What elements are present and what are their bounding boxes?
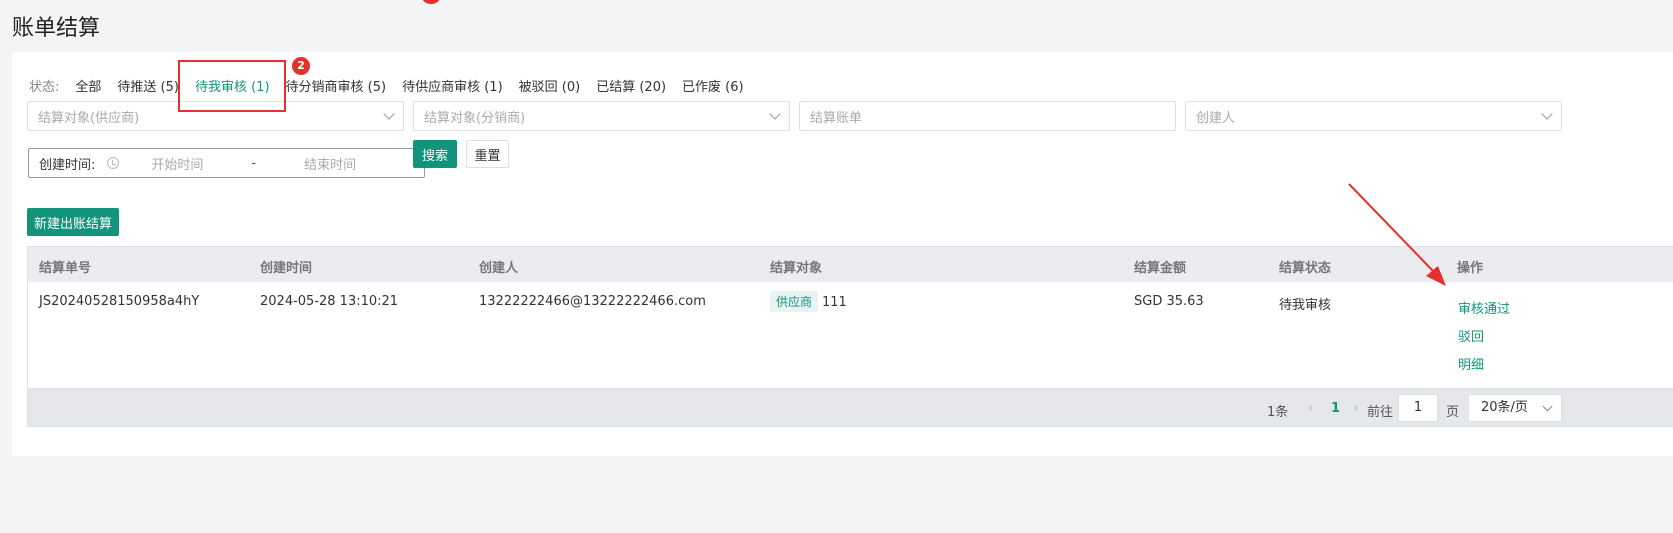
reset-button[interactable]: 重置 <box>466 140 509 168</box>
page-size-value: 20条/页 <box>1481 400 1528 415</box>
distributor-select-placeholder: 结算对象(分销商) <box>424 110 526 126</box>
pagination: 1条 ‹ 1 › 前往 1 页 20条/页 <box>27 389 1673 427</box>
table-row: JS20240528150958a4hY 2024-05-28 13:10:21… <box>27 282 1673 389</box>
table-panel: 新建出账结算 结算单号 创建时间 创建人 结算对象 结算金额 结算状态 操作 J… <box>12 193 1673 456</box>
page-unit-label: 页 <box>1446 405 1460 420</box>
prev-page-icon[interactable]: ‹ <box>1308 401 1313 416</box>
header-target: 结算对象 <box>770 261 823 276</box>
search-button[interactable]: 搜索 <box>413 140 457 168</box>
header-creator: 创建人 <box>479 261 519 276</box>
range-separator: - <box>251 155 257 171</box>
status-tab-pending-supplier-review[interactable]: 待供应商审核 (1) <box>402 76 503 95</box>
cell-created-at: 2024-05-28 13:10:21 <box>260 294 399 309</box>
supplier-tag: 供应商 <box>770 291 819 312</box>
header-created-at: 创建时间 <box>260 261 313 276</box>
status-tab-pending-distributor-review[interactable]: 待分销商审核 (5) <box>286 76 387 95</box>
page-title: 账单结算 <box>12 16 101 41</box>
start-time-input[interactable]: 开始时间 <box>151 154 203 173</box>
page-size-select[interactable]: 20条/页 <box>1468 394 1562 422</box>
chevron-down-icon <box>383 108 395 120</box>
status-tab-rejected[interactable]: 被驳回 (0) <box>519 76 581 95</box>
created-time-range[interactable]: 创建时间: 开始时间 - 结束时间 <box>28 148 425 178</box>
header-bill-no: 结算单号 <box>39 261 92 276</box>
end-time-input[interactable]: 结束时间 <box>304 154 356 173</box>
bill-input[interactable]: 结算账单 <box>799 101 1176 131</box>
page-number-current[interactable]: 1 <box>1331 401 1340 416</box>
step-badge: 2 <box>292 57 310 75</box>
new-settlement-button[interactable]: 新建出账结算 <box>27 208 119 236</box>
goto-page-input[interactable]: 1 <box>1398 394 1438 422</box>
distributor-select[interactable]: 结算对象(分销商) <box>413 101 790 131</box>
target-name: 111 <box>822 295 847 310</box>
cell-target: 供应商 111 <box>770 291 847 312</box>
table-header: 结算单号 创建时间 创建人 结算对象 结算金额 结算状态 操作 <box>27 246 1673 282</box>
creator-select[interactable]: 创建人 <box>1185 101 1562 131</box>
approve-link[interactable]: 审核通过 <box>1458 298 1510 317</box>
chevron-down-icon <box>1542 401 1553 412</box>
chevron-down-icon <box>769 108 781 120</box>
cell-creator: 13222222466@13222222466.com <box>479 294 706 309</box>
cell-status: 待我审核 <box>1279 298 1332 313</box>
highlight-box <box>178 60 286 112</box>
supplier-select-placeholder: 结算对象(供应商) <box>38 110 140 126</box>
status-tab-voided[interactable]: 已作废 (6) <box>682 76 744 95</box>
goto-label: 前往 <box>1367 405 1394 420</box>
bill-input-placeholder: 结算账单 <box>810 110 863 126</box>
cell-amount: SGD 35.63 <box>1134 294 1204 309</box>
cell-bill-no: JS20240528150958a4hY <box>39 294 200 309</box>
clock-icon <box>107 157 120 169</box>
status-tab-settled[interactable]: 已结算 (20) <box>596 76 666 95</box>
status-tab-all[interactable]: 全部 <box>75 76 101 95</box>
reject-link[interactable]: 驳回 <box>1458 326 1484 345</box>
top-annotation-badge <box>422 0 440 4</box>
status-tab-pending-push[interactable]: 待推送 (5) <box>117 76 179 95</box>
pagination-total: 1条 <box>1267 405 1289 420</box>
status-label: 状态: <box>29 79 60 95</box>
status-tabs: 状态: 全部 待推送 (5) 待我审核 (1) 待分销商审核 (5) 待供应商审… <box>29 72 760 98</box>
next-page-icon[interactable]: › <box>1353 401 1358 416</box>
chevron-down-icon <box>1541 108 1553 120</box>
creator-select-placeholder: 创建人 <box>1196 110 1236 126</box>
header-ops: 操作 <box>1457 261 1484 276</box>
header-status: 结算状态 <box>1279 261 1332 276</box>
detail-link[interactable]: 明细 <box>1458 354 1484 373</box>
header-amount: 结算金额 <box>1134 261 1187 276</box>
created-time-label: 创建时间: <box>39 157 96 173</box>
